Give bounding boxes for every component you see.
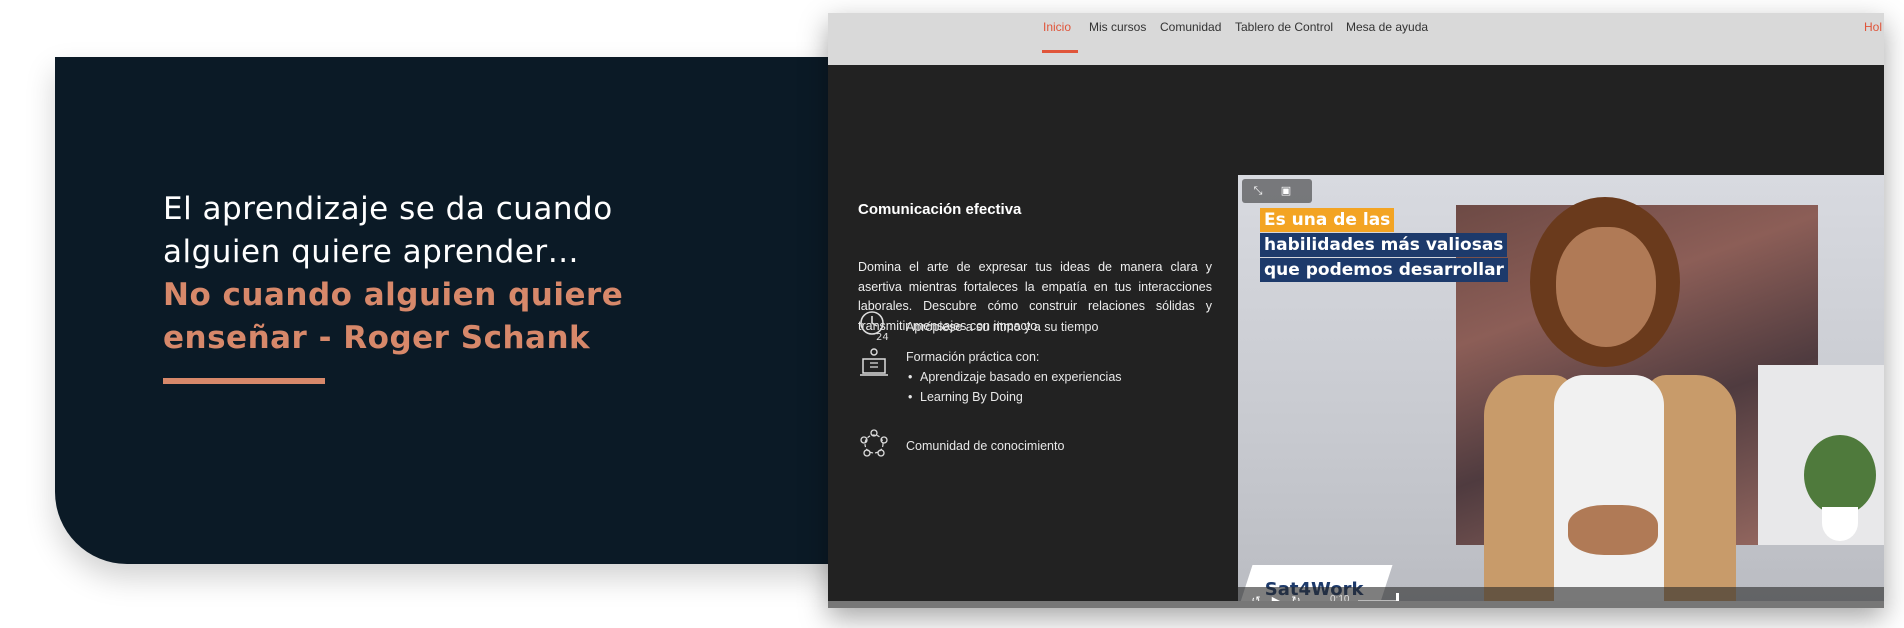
feature-text: Aprópiese a su ritmo y a su tiempo — [906, 320, 1099, 334]
feature-text: Comunidad de conocimiento — [906, 439, 1065, 453]
nav-active-indicator — [1042, 50, 1078, 53]
video-caption-line-2: habilidades más valiosas — [1260, 233, 1508, 257]
video-caption-line-3: que podemos desarrollar — [1260, 258, 1508, 282]
nav-item-comunidad[interactable]: Comunidad — [1160, 20, 1221, 34]
nav-item-inicio[interactable]: Inicio — [1043, 20, 1071, 34]
quote-line-2: alguien quiere aprender… — [163, 234, 580, 270]
feature-text-block: Formación práctica con: Aprendizaje basa… — [906, 347, 1226, 407]
presenter-hands — [1568, 505, 1658, 555]
quote-line-3: No cuando alguien quiere — [163, 277, 624, 313]
top-navigation: Inicio Mis cursos Comunidad Tablero de C… — [828, 13, 1884, 65]
video-caption-line-1: Es una de las — [1260, 208, 1395, 232]
quote-underline — [163, 378, 325, 384]
course-title: Comunicación efectiva — [858, 201, 1022, 218]
nav-item-tablero-de-control[interactable]: Tablero de Control — [1235, 20, 1333, 34]
video-player[interactable]: ⤡ ▣ Es una de las habilidades más valios… — [1238, 175, 1884, 608]
laptop-teacher-icon — [860, 348, 888, 376]
svg-text:24: 24 — [876, 332, 889, 341]
community-network-icon — [860, 429, 888, 457]
app-window: Inicio Mis cursos Comunidad Tablero de C… — [828, 13, 1884, 608]
quote-line-4: enseñar - Roger Schank — [163, 320, 591, 356]
window-bottom-bar — [828, 601, 1884, 608]
presenter-face — [1556, 227, 1656, 347]
presenter-shirt — [1554, 375, 1664, 608]
quote-text: El aprendizaje se da cuando alguien quie… — [163, 188, 683, 360]
picture-in-picture-icon[interactable]: ▣ — [1278, 183, 1294, 199]
video-top-controls: ⤡ ▣ — [1242, 179, 1312, 203]
feature-self-paced: 24 Aprópiese a su ritmo y a su tiempo — [858, 309, 1238, 343]
list-item: Learning By Doing — [906, 387, 1226, 407]
user-greeting[interactable]: Hol — [1864, 20, 1882, 34]
feature-practical-training: Formación práctica con: Aprendizaje basa… — [858, 347, 1238, 407]
nav-item-mis-cursos[interactable]: Mis cursos — [1089, 20, 1146, 34]
nav-item-mesa-de-ayuda[interactable]: Mesa de ayuda — [1346, 20, 1428, 34]
quote-line-1: El aprendizaje se da cuando — [163, 191, 613, 227]
fullscreen-icon[interactable]: ⤡ — [1250, 183, 1266, 199]
feature-community: Comunidad de conocimiento — [858, 428, 1238, 462]
feature-bullet-list: Aprendizaje basado en experiencias Learn… — [906, 367, 1226, 407]
clock-24-icon: 24 — [860, 311, 889, 341]
feature-text: Formación práctica con: — [906, 350, 1040, 364]
course-content: Comunicación efectiva Domina el arte de … — [828, 65, 1884, 608]
video-plant — [1804, 435, 1876, 515]
list-item: Aprendizaje basado en experiencias — [906, 367, 1226, 387]
